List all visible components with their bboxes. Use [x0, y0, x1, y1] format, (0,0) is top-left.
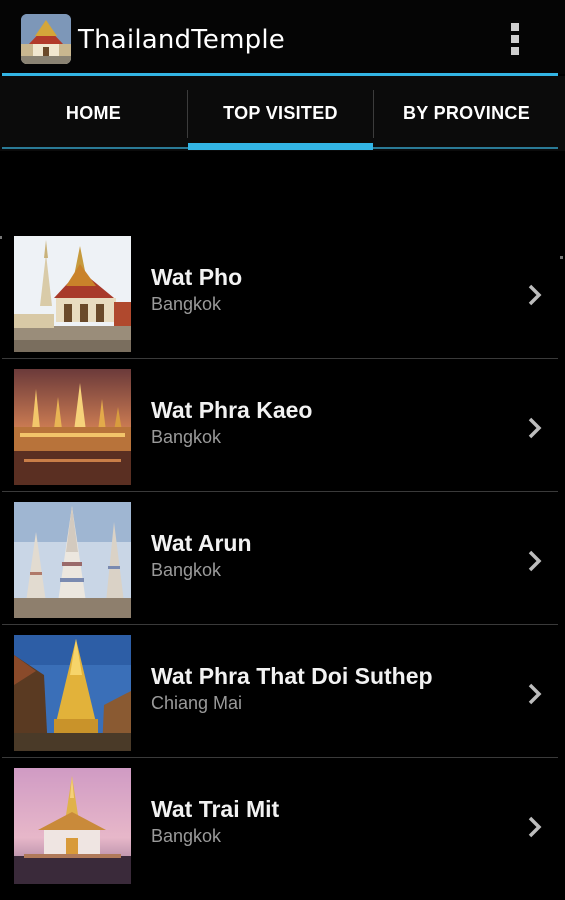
- tab-by-province[interactable]: BY PROVINCE: [374, 76, 559, 151]
- temple-name: Wat Pho: [151, 264, 243, 290]
- list-item[interactable]: Wat Trai Mit Bangkok: [0, 758, 565, 891]
- app-title: ThailandTemple: [78, 25, 285, 55]
- temple-thumbnail: [14, 635, 131, 751]
- temple-app-icon[interactable]: [21, 14, 71, 64]
- temple-province: Bangkok: [151, 560, 222, 580]
- temple-province: Bangkok: [151, 294, 222, 314]
- list-item[interactable]: Wat Phra That Doi Suthep Chiang Mai: [0, 625, 565, 758]
- chevron-right-icon[interactable]: [526, 283, 544, 307]
- temple-thumbnail: [14, 502, 131, 618]
- temple-name: Wat Phra Kaeo: [151, 397, 313, 423]
- list-item[interactable]: Wat Pho Bangkok: [0, 226, 565, 359]
- tab-top-visited[interactable]: TOP VISITED: [188, 76, 373, 151]
- tab-bar: HOME TOP VISITED BY PROVINCE: [0, 76, 565, 151]
- list-item[interactable]: Wat Phra Kaeo Bangkok: [0, 359, 565, 492]
- temple-thumbnail: [14, 369, 131, 485]
- overflow-menu-icon[interactable]: [499, 20, 531, 58]
- list-item[interactable]: Wat Arun Bangkok: [0, 492, 565, 625]
- temple-province: Chiang Mai: [151, 693, 243, 713]
- temple-province: Bangkok: [151, 826, 222, 846]
- selected-tab-indicator: [188, 143, 373, 150]
- temple-thumbnail: [14, 236, 131, 352]
- app-screen: ThailandTemple HOME TOP VISITED BY PROVI…: [0, 0, 565, 900]
- temple-name: Wat Phra That Doi Suthep: [151, 663, 433, 689]
- tab-home[interactable]: HOME: [0, 76, 187, 151]
- temple-name: Wat Trai Mit: [151, 796, 280, 822]
- chevron-right-icon[interactable]: [526, 815, 544, 839]
- chevron-right-icon[interactable]: [526, 682, 544, 706]
- temple-name: Wat Arun: [151, 530, 252, 556]
- action-bar: ThailandTemple: [0, 0, 565, 74]
- chevron-right-icon[interactable]: [526, 549, 544, 573]
- chevron-right-icon[interactable]: [526, 416, 544, 440]
- temple-thumbnail: [14, 768, 131, 884]
- temple-province: Bangkok: [151, 427, 222, 447]
